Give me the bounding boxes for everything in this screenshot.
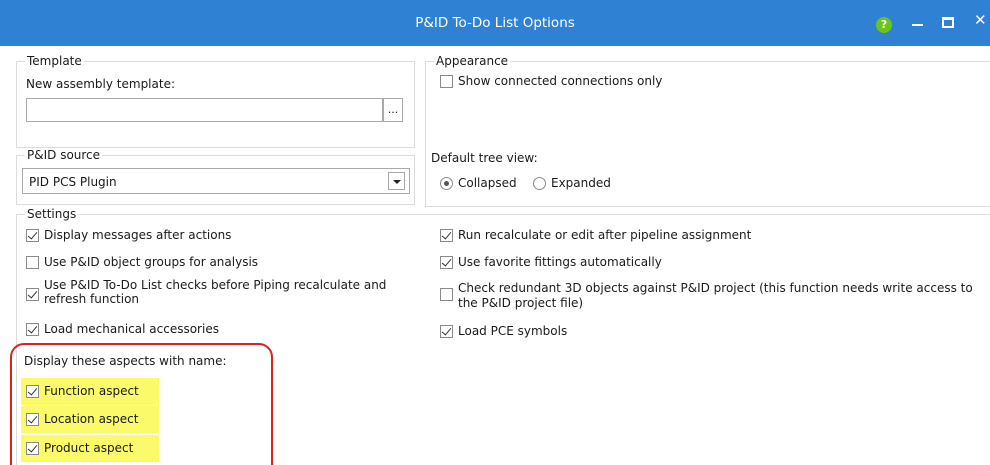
- dropdown-button[interactable]: [388, 172, 405, 190]
- run-recalculate-checkbox[interactable]: [440, 229, 453, 242]
- settings-legend: Settings: [25, 207, 79, 221]
- pid-source-legend: P&ID source: [25, 148, 103, 162]
- favorite-fittings-checkbox[interactable]: [440, 256, 453, 269]
- help-icon[interactable]: ?: [876, 17, 892, 33]
- title-bar: P&ID To-Do List Options ? ✕: [0, 0, 990, 46]
- run-recalculate-label: Run recalculate or edit after pipeline a…: [458, 228, 752, 242]
- mechanical-accessories-checkbox[interactable]: [26, 323, 39, 336]
- collapsed-label: Collapsed: [458, 176, 517, 190]
- expanded-label: Expanded: [551, 176, 611, 190]
- object-groups-checkbox[interactable]: [26, 256, 39, 269]
- load-pce-symbols-label: Load PCE symbols: [458, 324, 568, 338]
- collapsed-radio[interactable]: [440, 177, 453, 190]
- annotation-outline: [10, 343, 273, 465]
- display-messages-label: Display messages after actions: [44, 228, 232, 242]
- display-messages-checkbox[interactable]: [26, 229, 39, 242]
- new-assembly-template-label: New assembly template:: [26, 77, 175, 91]
- default-tree-view-label: Default tree view:: [431, 151, 538, 165]
- load-pce-symbols-checkbox[interactable]: [440, 325, 453, 338]
- favorite-fittings-label: Use favorite fittings automatically: [458, 255, 662, 269]
- show-connected-label: Show connected connections only: [458, 74, 663, 88]
- check-redundant-label-line2: the P&ID project file): [458, 296, 584, 310]
- check-redundant-checkbox[interactable]: [440, 288, 453, 301]
- todo-checks-label-line1: Use P&ID To-Do List checks before Piping…: [44, 278, 387, 292]
- appearance-legend: Appearance: [434, 54, 511, 68]
- mechanical-accessories-label: Load mechanical accessories: [44, 322, 219, 336]
- pid-source-select[interactable]: PID PCS Plugin: [22, 168, 410, 194]
- pid-source-value: PID PCS Plugin: [29, 175, 117, 189]
- object-groups-label: Use P&ID object groups for analysis: [44, 255, 259, 269]
- todo-checks-checkbox[interactable]: [26, 288, 39, 301]
- chevron-down-icon: [393, 180, 401, 184]
- maximize-icon[interactable]: [942, 17, 954, 28]
- browse-button[interactable]: ...: [383, 98, 403, 122]
- template-legend: Template: [25, 54, 84, 68]
- close-icon[interactable]: ✕: [974, 13, 987, 28]
- new-assembly-template-input[interactable]: [26, 98, 383, 122]
- check-redundant-label-line1: Check redundant 3D objects against P&ID …: [458, 281, 973, 295]
- minimize-icon[interactable]: [912, 24, 923, 26]
- expanded-radio[interactable]: [533, 177, 546, 190]
- window-title: P&ID To-Do List Options: [415, 15, 575, 31]
- show-connected-checkbox[interactable]: [440, 75, 453, 88]
- todo-checks-label-line2: refresh function: [44, 292, 140, 306]
